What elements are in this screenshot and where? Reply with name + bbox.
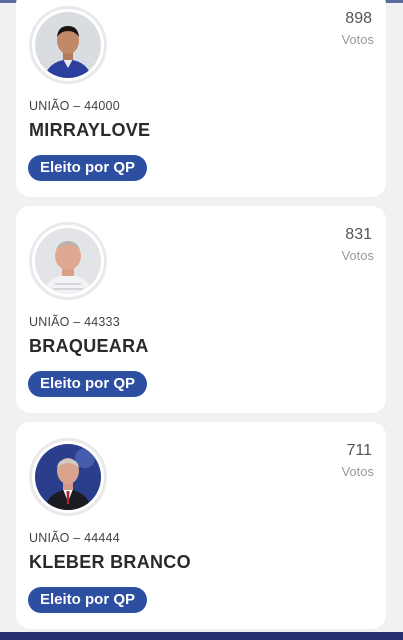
candidate-name: KLEBER BRANCO bbox=[29, 552, 191, 572]
party-number: UNIÃO – 44000 bbox=[29, 99, 120, 113]
candidate-card[interactable]: 831 Votos UNIÃO – 44333 BRAQUEARA Eleito… bbox=[16, 206, 386, 413]
avatar bbox=[29, 6, 107, 84]
votes-label: Votos bbox=[341, 32, 374, 47]
candidate-name: BRAQUEARA bbox=[29, 336, 149, 356]
party-number: UNIÃO – 44333 bbox=[29, 315, 120, 329]
candidate-name: MIRRAYLOVE bbox=[29, 120, 151, 140]
candidate-card[interactable]: 898 Votos UNIÃO – 44000 MIRRAYLOVE Eleit… bbox=[16, 0, 386, 197]
candidate-photo bbox=[35, 12, 101, 78]
party-number: UNIÃO – 44444 bbox=[29, 531, 120, 545]
bottom-nav-bar bbox=[0, 632, 403, 640]
avatar bbox=[29, 438, 107, 516]
candidate-card[interactable]: 711 Votos UNIÃO – 44444 KLEBER BRANCO El… bbox=[16, 422, 386, 629]
status-badge[interactable]: Eleito por QP bbox=[28, 155, 148, 181]
status-badge[interactable]: Eleito por QP bbox=[28, 587, 148, 613]
status-badge[interactable]: Eleito por QP bbox=[28, 371, 148, 397]
votes-count: 711 bbox=[346, 442, 372, 459]
votes-count: 831 bbox=[345, 226, 372, 243]
votes-label: Votos bbox=[341, 464, 374, 479]
candidate-photo bbox=[35, 228, 101, 294]
candidate-photo bbox=[35, 444, 101, 510]
votes-count: 898 bbox=[345, 10, 372, 27]
votes-label: Votos bbox=[341, 248, 374, 263]
avatar bbox=[29, 222, 107, 300]
